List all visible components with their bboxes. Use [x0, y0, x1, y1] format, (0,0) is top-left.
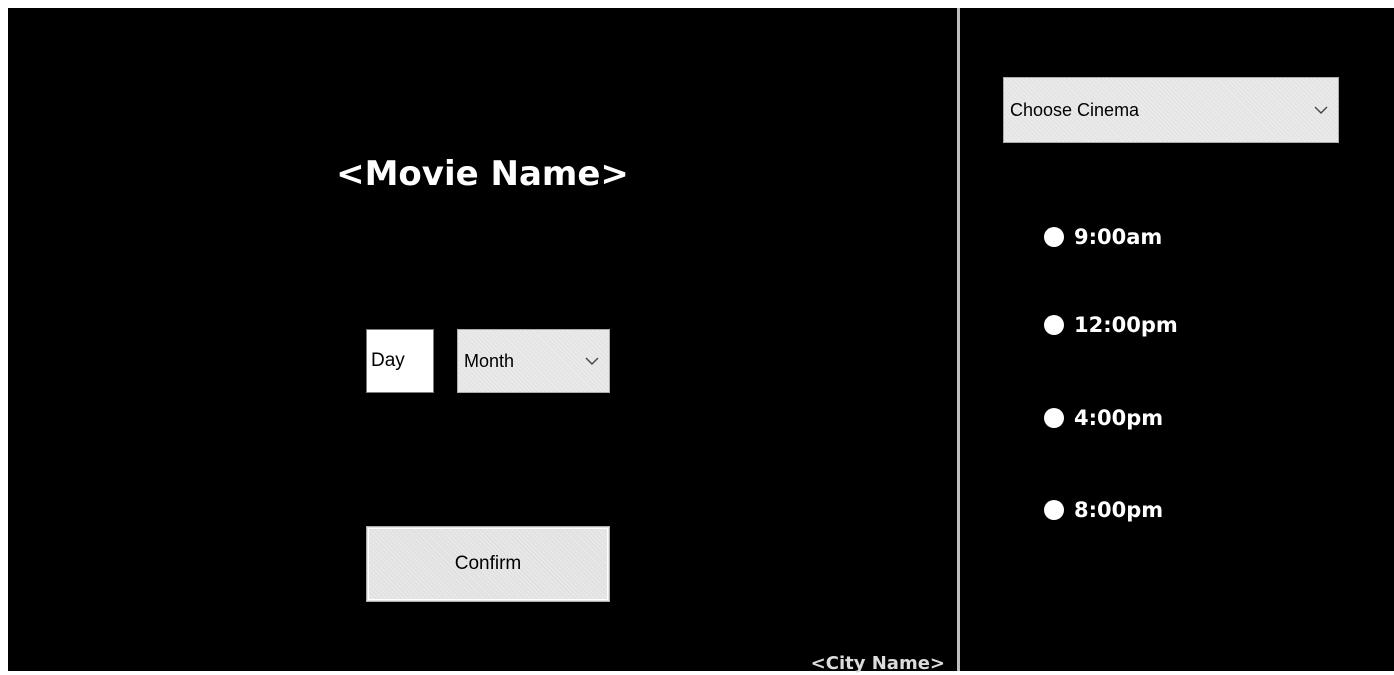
city-label: <City Name>: [810, 653, 945, 674]
radio-dot-icon[interactable]: [1044, 408, 1064, 428]
showtime-option[interactable]: 4:00pm: [1044, 403, 1163, 433]
month-dropdown-value: Month: [464, 350, 515, 371]
booking-window: <Movie Name> Month Confirm <City Name> C…: [0, 0, 1394, 674]
day-input[interactable]: [366, 329, 434, 393]
cinema-dropdown-value: Choose Cinema: [1010, 99, 1140, 120]
movie-booking-panel: <Movie Name> Month Confirm <City Name>: [8, 8, 957, 674]
showtime-option[interactable]: 9:00am: [1044, 222, 1162, 252]
radio-dot-icon[interactable]: [1044, 227, 1064, 247]
showtime-label: 12:00pm: [1074, 313, 1178, 337]
chevron-down-icon: [585, 357, 599, 365]
movie-title: <Movie Name>: [336, 154, 629, 194]
confirm-button[interactable]: Confirm: [366, 526, 610, 602]
radio-dot-icon[interactable]: [1044, 500, 1064, 520]
radio-dot-icon[interactable]: [1044, 315, 1064, 335]
showtime-label: 8:00pm: [1074, 498, 1164, 522]
showtime-option[interactable]: 8:00pm: [1044, 495, 1163, 525]
showtime-panel: Choose Cinema 9:00am 12:00pm 4:00pm 8:00…: [960, 8, 1394, 671]
showtime-label: 9:00am: [1074, 225, 1163, 249]
chevron-down-icon: [1314, 106, 1328, 114]
showtime-option[interactable]: 12:00pm: [1044, 310, 1178, 340]
showtime-label: 4:00pm: [1074, 406, 1164, 430]
cinema-dropdown[interactable]: Choose Cinema: [1003, 77, 1339, 143]
month-dropdown[interactable]: Month: [457, 329, 610, 393]
